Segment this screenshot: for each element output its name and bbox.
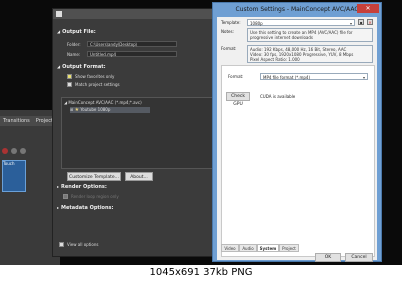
chevron-down-icon: ▾ bbox=[349, 21, 352, 26]
track-header[interactable]: Touch bbox=[2, 160, 26, 192]
cancel-button[interactable]: Cancel bbox=[345, 253, 373, 262]
tab-video[interactable]: Video bbox=[221, 244, 239, 252]
output-format-section[interactable]: ◢ Output Format: bbox=[57, 64, 106, 70]
name-field[interactable]: Untitled.mp4 bbox=[87, 51, 177, 57]
about-button[interactable]: About... bbox=[125, 172, 153, 181]
tab-system[interactable]: System bbox=[257, 244, 279, 252]
folder-label: Folder: bbox=[67, 42, 81, 47]
tab-audio[interactable]: Audio bbox=[239, 244, 257, 252]
settings-tabs: Video Audio System Project bbox=[221, 244, 373, 252]
delete-icon[interactable]: ✕ bbox=[367, 19, 373, 25]
format-label: Format: bbox=[221, 46, 237, 51]
name-label: Name: bbox=[67, 52, 81, 57]
editor-tabs: Transitions Project bbox=[0, 116, 60, 126]
match-project-label: Match project settings bbox=[75, 82, 120, 87]
close-button[interactable]: ✕ bbox=[357, 4, 379, 13]
image-caption: 1045x691 37kb PNG bbox=[149, 267, 253, 278]
tab-project[interactable]: Project bbox=[279, 244, 299, 252]
view-all-options-label: View all options bbox=[67, 242, 99, 247]
app-icon bbox=[56, 11, 62, 17]
format-summary: Audio: 192 Kbps, 48,000 Hz, 16 Bit, Ster… bbox=[247, 45, 373, 63]
template-label: Template: bbox=[221, 20, 241, 25]
chevron-down-icon: ▾ bbox=[362, 75, 365, 80]
render-loop-checkbox[interactable] bbox=[63, 194, 68, 199]
expand-triangle-icon: ◢ bbox=[57, 29, 61, 34]
expand-triangle-icon: ▸ bbox=[57, 205, 60, 210]
cuda-status: CUDA is available bbox=[260, 94, 296, 99]
render-loop-label: Render loop region only bbox=[71, 194, 119, 199]
show-favorites-label: Show favorites only bbox=[75, 74, 115, 79]
render-titlebar bbox=[53, 9, 223, 19]
customize-template-button[interactable]: Customize Template... bbox=[67, 172, 121, 181]
match-project-checkbox[interactable] bbox=[67, 82, 72, 87]
notes-field[interactable]: Use this setting to create an MP4 (AVC/A… bbox=[247, 28, 373, 42]
notes-label: Notes: bbox=[221, 29, 234, 34]
track-label: Touch bbox=[3, 161, 15, 166]
format-tree: ◢ MainConcept AVC/AAC (*.mp4;*.avc) ⊞ ★ … bbox=[61, 97, 221, 169]
expand-triangle-icon: ▸ bbox=[57, 184, 60, 189]
custom-dialog-body: Template: 1080p ▾ ▪ ✕ Notes: Use this se… bbox=[217, 17, 377, 262]
show-favorites-checkbox[interactable] bbox=[67, 74, 72, 79]
record-icon[interactable] bbox=[2, 148, 8, 154]
tool-icon[interactable] bbox=[11, 148, 17, 154]
output-file-section[interactable]: ◢ Output File: bbox=[57, 29, 96, 35]
tool-icon[interactable] bbox=[20, 148, 26, 154]
template-dropdown[interactable]: 1080p ▾ bbox=[247, 19, 355, 26]
custom-settings-dialog: Custom Settings - MainConcept AVC/AAC ✕ … bbox=[212, 2, 382, 262]
format-line: Pixel Aspect Ratio: 1.000 bbox=[250, 57, 300, 62]
check-gpu-button[interactable]: Check GPU bbox=[226, 92, 250, 107]
file-format-dropdown[interactable]: MP4 file format (*.mp4) ▾ bbox=[260, 73, 368, 80]
dialog-title: Custom Settings - MainConcept AVC/AAC bbox=[235, 6, 359, 13]
panel-format-label: Format: bbox=[228, 74, 244, 79]
save-icon[interactable]: ▪ bbox=[358, 19, 364, 25]
folder-field[interactable]: C:\Users\andy\Desktop\ bbox=[87, 41, 177, 47]
screenshot-frame: Transitions Project Touch ◢ Output File: F… bbox=[0, 0, 402, 265]
ok-button[interactable]: OK bbox=[315, 253, 341, 262]
tree-item-template[interactable]: ⊞ ★ Youtube 1080p bbox=[70, 107, 150, 113]
custom-titlebar: Custom Settings - MainConcept AVC/AAC ✕ bbox=[213, 3, 381, 16]
view-all-options-checkbox[interactable] bbox=[59, 242, 64, 247]
expand-triangle-icon: ◢ bbox=[57, 64, 61, 69]
tab-transitions[interactable]: Transitions bbox=[0, 116, 33, 124]
settings-panel: Format: MP4 file format (*.mp4) ▾ Check … bbox=[221, 65, 375, 257]
tree-item-format[interactable]: ◢ MainConcept AVC/AAC (*.mp4;*.avc) bbox=[64, 100, 142, 105]
metadata-options-section[interactable]: ▸ Metadata Options: bbox=[57, 205, 114, 211]
render-as-dialog: ◢ Output File: Folder: C:\Users\andy\Desk… bbox=[52, 8, 224, 257]
editor-toolbar bbox=[2, 148, 42, 156]
star-icon: ★ bbox=[74, 107, 80, 113]
render-options-section[interactable]: ▸ Render Options: bbox=[57, 184, 107, 190]
close-icon: ✕ bbox=[365, 5, 371, 12]
